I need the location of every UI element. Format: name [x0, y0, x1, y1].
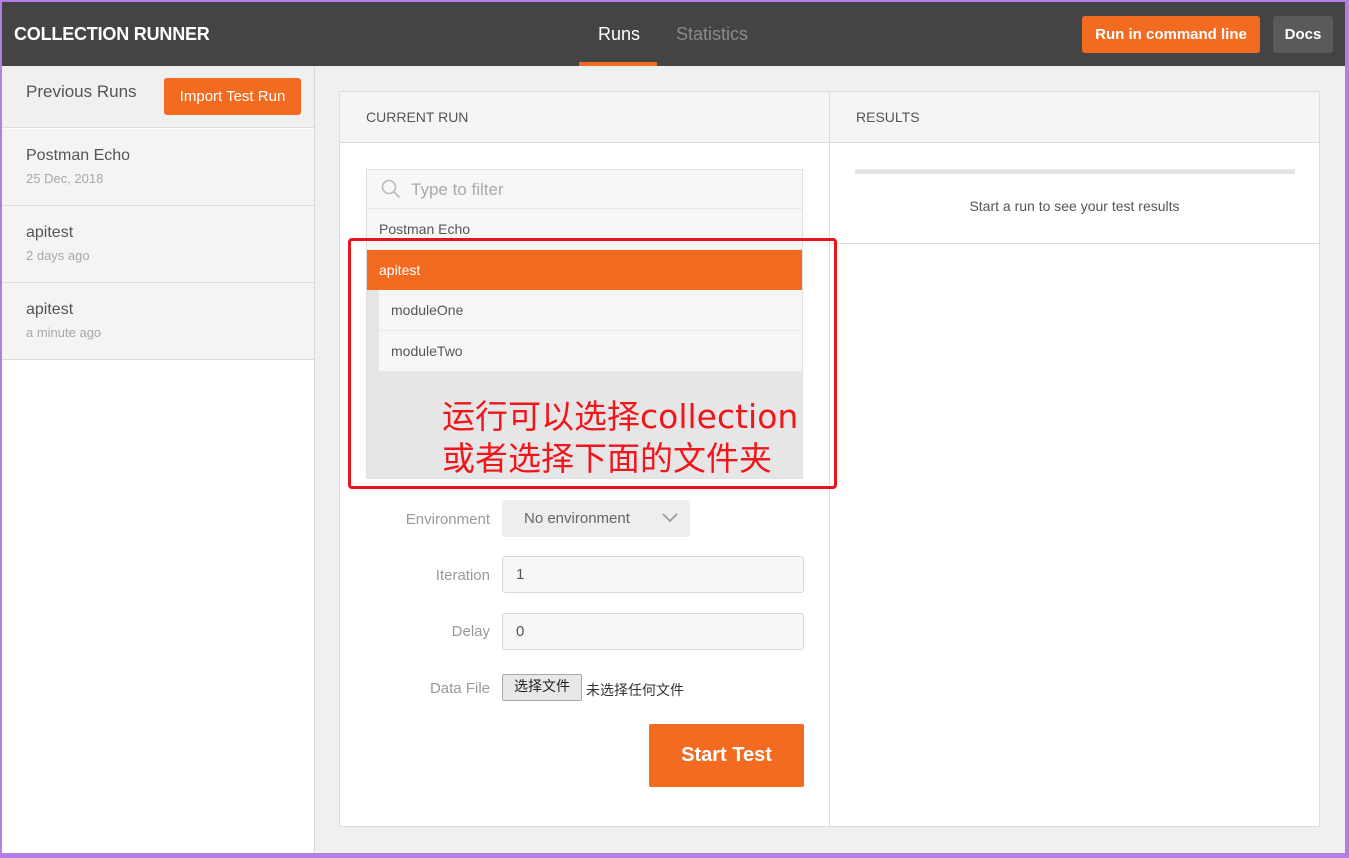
data-file-label: Data File: [429, 680, 490, 697]
import-test-run-button[interactable]: Import Test Run: [164, 78, 301, 115]
annotation-line-1: 运行可以选择collection: [442, 397, 799, 436]
environment-value: No environment: [524, 510, 630, 527]
results-title: RESULTS: [856, 109, 920, 125]
environment-select[interactable]: No environment: [502, 500, 690, 537]
delay-label: Delay: [451, 623, 490, 640]
run-time: a minute ago: [26, 325, 102, 340]
previous-runs-title: Previous Runs: [26, 82, 137, 101]
filter-row: [367, 170, 802, 209]
run-list-item[interactable]: apitest 2 days ago: [2, 206, 314, 283]
current-run-title: CURRENT RUN: [366, 109, 469, 125]
run-in-command-line-button[interactable]: Run in command line: [1082, 16, 1260, 53]
app-window: COLLECTION RUNNER Runs Statistics Run in…: [2, 2, 1345, 853]
current-run-header: CURRENT RUN: [340, 92, 829, 143]
annotation-text: 运行可以选择collection 或者选择下面的文件夹: [442, 396, 798, 480]
delay-input[interactable]: 0: [502, 613, 804, 650]
docs-button[interactable]: Docs: [1273, 16, 1333, 53]
run-name: Postman Echo: [26, 147, 131, 164]
search-icon: [381, 179, 401, 199]
run-name: apitest: [26, 301, 74, 318]
tab-statistics[interactable]: Statistics: [676, 24, 748, 45]
run-list-item[interactable]: apitest a minute ago: [2, 283, 314, 360]
results-header: RESULTS: [830, 92, 1319, 143]
results-empty-message: Start a run to see your test results: [969, 198, 1180, 214]
start-test-button[interactable]: Start Test: [649, 724, 804, 787]
run-name: apitest: [26, 224, 74, 241]
choose-file-button[interactable]: 选择文件: [502, 674, 582, 701]
annotation-line-2: 或者选择下面的文件夹: [442, 439, 772, 478]
filter-input[interactable]: [411, 178, 791, 202]
run-time: 2 days ago: [26, 248, 90, 263]
environment-label: Environment: [405, 511, 490, 528]
results-divider: [830, 243, 1319, 244]
tab-runs[interactable]: Runs: [598, 24, 640, 45]
top-bar: COLLECTION RUNNER Runs Statistics Run in…: [2, 2, 1345, 66]
iteration-label: Iteration: [435, 567, 490, 584]
chevron-down-icon: [662, 513, 678, 523]
iteration-input[interactable]: 1: [502, 556, 804, 593]
results-progress-bar: [855, 169, 1295, 174]
active-tab-indicator: [579, 62, 657, 66]
app-title: COLLECTION RUNNER: [14, 24, 210, 44]
file-status: 未选择任何文件: [586, 683, 684, 699]
previous-runs-sidebar: Previous Runs Import Test Run Postman Ec…: [2, 66, 315, 853]
run-time: 25 Dec, 2018: [26, 171, 104, 186]
run-list-item[interactable]: Postman Echo 25 Dec, 2018: [2, 129, 314, 206]
previous-runs-header: Previous Runs Import Test Run: [2, 66, 314, 128]
